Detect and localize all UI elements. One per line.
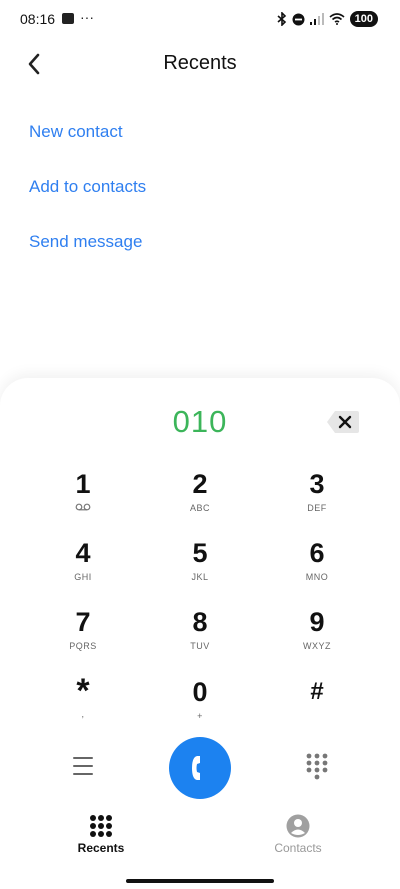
key-digit: 3: [309, 469, 325, 499]
keypad-toggle-button[interactable]: [304, 752, 330, 780]
status-time: 08:16: [20, 11, 56, 27]
status-bar: 08:16 ··· 100: [0, 0, 400, 38]
key-letters: WXYZ: [303, 641, 331, 651]
key-6[interactable]: 6 MNO: [272, 537, 362, 599]
dialpad-icon: [306, 753, 328, 780]
key-3[interactable]: 3 DEF: [272, 468, 362, 530]
menu-line: [73, 765, 93, 767]
menu-button[interactable]: [68, 753, 98, 779]
key-digit: 4: [75, 538, 91, 568]
key-digit: 1: [75, 469, 91, 499]
menu-line: [73, 757, 93, 759]
tab-recents[interactable]: Recents: [46, 812, 156, 862]
key-2[interactable]: 2 ABC: [155, 468, 245, 530]
key-8[interactable]: 8 TUV: [155, 606, 245, 668]
key-digit: 7: [75, 607, 91, 637]
tab-contacts[interactable]: Contacts: [243, 812, 353, 862]
page-title: Recents: [163, 52, 237, 74]
more-notifications-icon: ···: [80, 9, 94, 25]
dialpad-icon: [90, 815, 112, 837]
key-0[interactable]: 0 +: [155, 676, 245, 738]
bottom-nav: Recents Contacts: [0, 812, 400, 862]
key-7[interactable]: 7 PQRS: [38, 606, 128, 668]
key-letters: ABC: [189, 503, 210, 513]
key-letters: TUV: [190, 641, 210, 651]
key-letters: MNO: [305, 572, 329, 582]
do-not-disturb-icon: [292, 13, 305, 26]
key-hash[interactable]: #: [272, 676, 362, 738]
key-digit: 2: [192, 469, 208, 499]
bluetooth-icon: [277, 12, 287, 26]
wifi-icon: [329, 13, 345, 25]
key-digit: 5: [192, 538, 208, 568]
key-letters: PQRS: [69, 641, 97, 651]
backspace-icon: [327, 411, 359, 433]
tab-label: Contacts: [274, 841, 322, 855]
key-1[interactable]: 1: [38, 468, 128, 530]
key-letters: GHI: [74, 572, 92, 582]
dialer-panel: 010 1 2 ABC 3 DEF 4 GHI 5 JKL 6 MNO 7 PQ…: [0, 378, 400, 889]
person-icon: [286, 814, 310, 838]
key-digit: 6: [309, 538, 325, 568]
tab-label: Recents: [77, 841, 125, 855]
key-digit: 0: [192, 677, 208, 707]
key-letters: JKL: [191, 572, 209, 582]
add-to-contacts-link[interactable]: Add to contacts: [29, 177, 146, 197]
phone-icon: [192, 756, 200, 780]
key-digit: #: [310, 678, 324, 705]
new-contact-link[interactable]: New contact: [29, 122, 123, 142]
key-digit: 9: [309, 607, 325, 637]
key-letters: DEF: [307, 503, 327, 513]
send-message-link[interactable]: Send message: [29, 232, 142, 252]
backspace-button[interactable]: [326, 408, 360, 436]
status-icons: 100: [277, 9, 378, 29]
key-letters: +: [197, 711, 203, 721]
header: Recents: [0, 38, 400, 90]
voicemail-icon: [75, 503, 91, 511]
battery-icon: 100: [349, 11, 378, 27]
signal-icon: [309, 13, 324, 25]
notification-icon: [62, 13, 74, 24]
menu-line: [73, 773, 93, 775]
key-4[interactable]: 4 GHI: [38, 537, 128, 599]
key-9[interactable]: 9 WXYZ: [272, 606, 362, 668]
key-digit: *: [76, 672, 90, 710]
key-star[interactable]: * ,: [38, 672, 128, 738]
key-5[interactable]: 5 JKL: [155, 537, 245, 599]
home-indicator: [126, 879, 274, 883]
call-button[interactable]: [169, 737, 231, 799]
key-letters: ,: [81, 709, 85, 719]
key-digit: 8: [192, 607, 208, 637]
